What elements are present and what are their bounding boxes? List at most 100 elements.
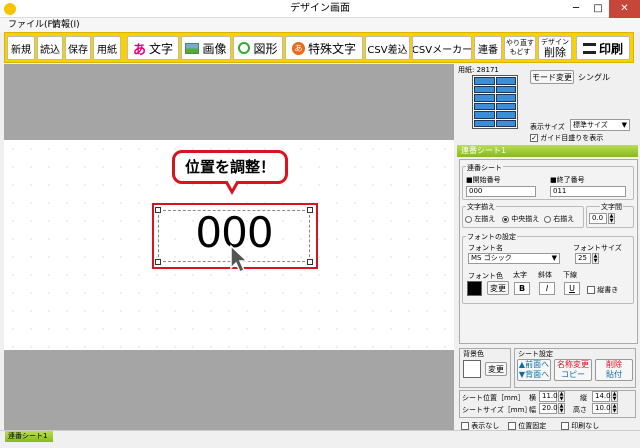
vertical-label: 縦書き [597,286,619,294]
start-number-input[interactable]: 000 [466,186,536,197]
csv-insert-button[interactable]: CSV差込 [365,36,410,60]
new-button[interactable]: 新規 [7,36,35,60]
minimize-button[interactable]: ─ [565,0,587,18]
back-label: ▼背面へ [518,370,550,379]
font-size-input[interactable]: 25 [575,253,591,264]
spacing-input[interactable]: 0.0 [589,213,607,224]
h-input[interactable]: 10.0 [592,403,611,414]
print-label: 印刷 [598,41,623,56]
status-bar [0,430,640,448]
delete-design-label: 削除 [544,45,566,59]
y-label: 縦 [580,394,587,402]
menu-bar [0,18,640,32]
open-button[interactable]: 読込 [37,36,63,60]
paper-button[interactable]: 用紙 [93,36,121,60]
vertical-checkbox[interactable] [587,286,595,294]
h-label: 高さ [573,406,587,414]
image-button[interactable]: 画像 [181,36,231,60]
serial-button[interactable]: 連番 [474,36,502,60]
text-button-label: 文字 [149,41,174,56]
align-left-radio[interactable] [465,215,472,223]
text-button[interactable]: あ文字 [127,36,179,60]
y-spinner[interactable]: ▲ ▼ [611,391,618,402]
bold-button[interactable]: B [514,282,530,295]
front-back-button[interactable]: ▲前面へ ▼背面へ [517,359,551,381]
x-spinner[interactable]: ▲ ▼ [558,391,565,402]
redo-label: もどす [509,48,531,56]
x-input[interactable]: 11.0 [539,391,558,402]
special-text-button[interactable]: あ特殊文字 [285,36,363,60]
close-button[interactable]: ✕ [609,0,640,18]
italic-label: 斜体 [538,271,552,279]
align-right-label: 右揃え [553,215,575,223]
guide-label: ガイド目盛りを表示 [540,134,604,142]
w-input[interactable]: 20.0 [539,403,558,414]
noprint-checkbox[interactable] [561,422,569,430]
align-center-label: 中央揃え [511,215,540,223]
y-input[interactable]: 14.0 [592,391,611,402]
delete-paste-button[interactable]: 削除 貼付 [595,359,633,381]
display-size-select[interactable]: 標準サイズ ▼ [570,119,630,131]
sheet-tab[interactable]: 連番シート1 [5,431,53,442]
printer-icon [582,42,596,54]
serial-group-title: 連番シート [466,163,503,173]
paper-count: 用紙: 28171 [458,66,499,74]
guide-checkbox[interactable]: ✓ [530,134,538,142]
fix-checkbox[interactable] [508,422,516,430]
menu-info[interactable]: 情報(I) [52,19,80,31]
italic-button[interactable]: I [539,282,555,295]
bg-change-button[interactable]: 変更 [485,362,507,376]
font-color-swatch[interactable] [467,281,482,296]
font-name-value: MS ゴシック [471,254,512,262]
sheet-size-label: シートサイズ［mm］ [462,406,532,414]
bg-title: 背景色 [463,350,484,358]
w-spinner[interactable]: ▲ ▼ [558,403,565,414]
spacing-title: 文字間 [600,202,623,212]
align-left-option[interactable]: 左揃え [465,214,495,224]
sheet-position-label: シート位置［mm］ [462,394,525,402]
undo-redo-button[interactable]: やり直す もどす [504,36,536,60]
mode-change-button[interactable]: モード変更 [530,70,574,84]
x-label: 横 [529,394,536,402]
menu-file[interactable]: ファイル(F) [8,19,56,31]
align-right-radio[interactable] [544,215,551,223]
image-icon [185,42,200,54]
display-size-value: 標準サイズ [573,121,608,129]
save-button[interactable]: 保存 [65,36,91,60]
font-color-change-button[interactable]: 変更 [487,281,509,295]
mouse-cursor-icon [230,244,249,274]
spacing-spinner[interactable]: ▲ ▼ [608,213,615,224]
csv-maker-button[interactable]: CSVメーカー [412,36,472,60]
rename-label: 名称変更 [557,360,589,369]
callout-tail-inner [227,180,237,189]
paper-layout-thumbnail[interactable] [472,75,518,129]
dropdown-arrow-icon: ▼ [551,254,557,262]
align-right-option[interactable]: 右揃え [544,214,574,224]
callout-bubble: 位置を調整！ [172,150,288,184]
underline-button[interactable]: U [564,282,580,295]
rename-copy-button[interactable]: 名称変更 コピー [554,359,592,381]
delete-design-button[interactable]: デザイン 削除 [538,36,572,60]
font-name-label: フォント名 [468,244,503,252]
hide-checkbox[interactable] [461,422,469,430]
end-number-input[interactable]: 011 [550,186,626,197]
vertical-option[interactable]: 縦書き [587,285,618,295]
underline-label: 下線 [563,271,577,279]
align-group-title: 文字揃え [466,202,496,212]
align-center-option[interactable]: 中央揃え [502,214,539,224]
font-color-label: フォント色 [468,272,503,280]
h-spinner[interactable]: ▲ ▼ [611,403,618,414]
start-number-label: ■開始番号 [466,176,501,184]
print-button[interactable]: 印刷 [576,36,630,60]
special-text-label: 特殊文字 [307,41,356,56]
undo-label: やり直す [506,39,534,47]
maximize-button[interactable]: □ [587,0,609,18]
shape-button-label: 図形 [253,41,278,56]
font-name-select[interactable]: MS ゴシック ▼ [468,253,560,264]
window-title: デザイン画面 [290,3,350,14]
bg-color-swatch[interactable] [463,360,481,378]
shape-button[interactable]: 図形 [233,36,283,60]
align-center-radio[interactable] [502,215,509,223]
w-label: 幅 [529,406,536,414]
font-size-spinner[interactable]: ▲ ▼ [592,253,599,264]
